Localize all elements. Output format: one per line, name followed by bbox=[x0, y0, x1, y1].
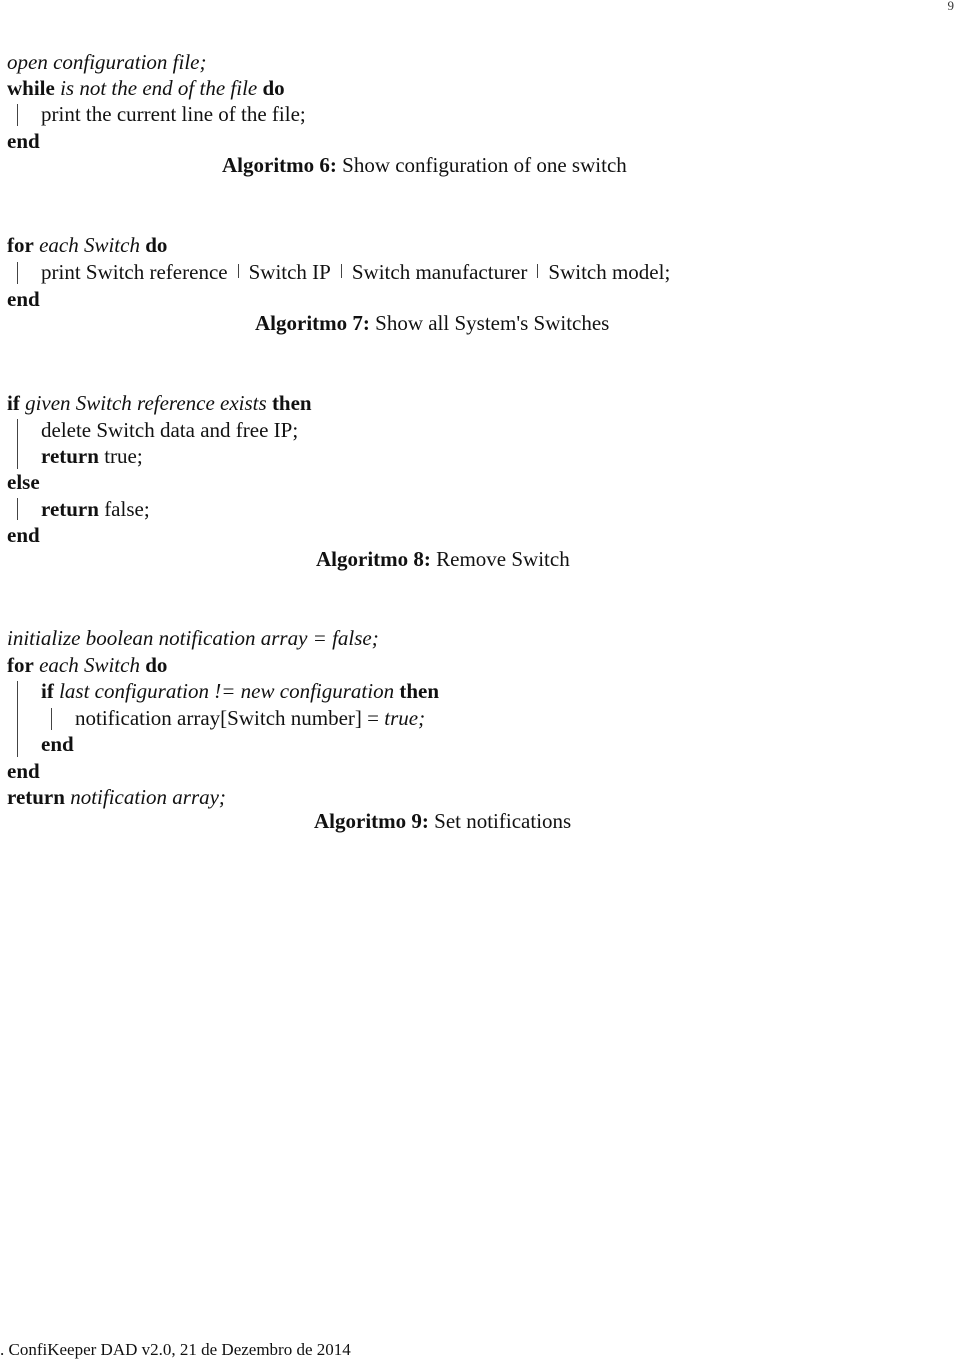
keyword: do bbox=[145, 653, 168, 677]
algo-line: return false; bbox=[41, 497, 150, 521]
algorithm-caption: Algoritmo 7: Show all System's Switches bbox=[255, 311, 610, 335]
keyword: do bbox=[145, 233, 168, 257]
algo-line: end bbox=[7, 759, 40, 783]
algo-line: while is not the end of the file do bbox=[7, 75, 285, 101]
block-bar bbox=[17, 498, 18, 520]
algo-line: for each Switch do bbox=[7, 652, 167, 678]
block-bar bbox=[17, 681, 18, 757]
algo-line: print Switch reference Switch IP Switch ma… bbox=[41, 260, 671, 284]
algo-line: open configuration file; bbox=[7, 50, 207, 74]
algo-line: if last configuration != new configurati… bbox=[41, 678, 439, 704]
separator bbox=[537, 264, 539, 278]
algorithm-caption: Algoritmo 6: Show configuration of one s… bbox=[222, 153, 627, 177]
algo-line: else bbox=[7, 470, 40, 494]
algo-line: end bbox=[7, 287, 40, 311]
keyword: for bbox=[7, 233, 34, 257]
algo-line: end bbox=[41, 732, 74, 756]
keyword: while bbox=[7, 76, 55, 100]
algo-line: delete Switch data and free IP; bbox=[41, 418, 299, 442]
page-number: 9 bbox=[947, 0, 955, 13]
algo-line: end bbox=[7, 523, 40, 547]
condition: is not the end of the file bbox=[60, 76, 258, 100]
keyword: then bbox=[271, 391, 312, 415]
condition: each Switch bbox=[39, 233, 140, 257]
algo-line: return true; bbox=[41, 444, 143, 468]
algo-line: for each Switch do bbox=[7, 232, 167, 258]
block-bar bbox=[51, 708, 52, 730]
algo-line: end bbox=[7, 129, 40, 153]
algorithm-caption: Algoritmo 9: Set notifications bbox=[314, 809, 572, 833]
block-bar bbox=[17, 419, 18, 469]
algo-line: initialize boolean notification array = … bbox=[7, 626, 379, 650]
keyword: if bbox=[41, 679, 54, 703]
algo-line: if given Switch reference exists then bbox=[7, 390, 312, 416]
keyword: return bbox=[41, 444, 99, 468]
separator bbox=[237, 264, 239, 278]
algo-line: return notification array; bbox=[7, 785, 226, 809]
condition: each Switch bbox=[39, 653, 140, 677]
page-footer: . ConfiKeeper DAD v2.0, 21 de Dezembro d… bbox=[0, 1340, 351, 1359]
algorithm-caption: Algoritmo 8: Remove Switch bbox=[316, 547, 570, 571]
keyword: return bbox=[41, 497, 99, 521]
algo-line: notification array[Switch number] = true… bbox=[75, 706, 426, 730]
keyword: then bbox=[399, 679, 440, 703]
keyword: for bbox=[7, 653, 34, 677]
condition: last configuration != new configuration bbox=[59, 679, 395, 703]
algo-line: print the current line of the file; bbox=[41, 102, 306, 126]
block-bar bbox=[17, 262, 18, 284]
condition: given Switch reference exists bbox=[25, 391, 267, 415]
keyword: do bbox=[262, 76, 285, 100]
block-bar bbox=[17, 104, 18, 126]
separator bbox=[340, 264, 342, 278]
keyword: return bbox=[7, 785, 65, 809]
keyword: if bbox=[7, 391, 20, 415]
